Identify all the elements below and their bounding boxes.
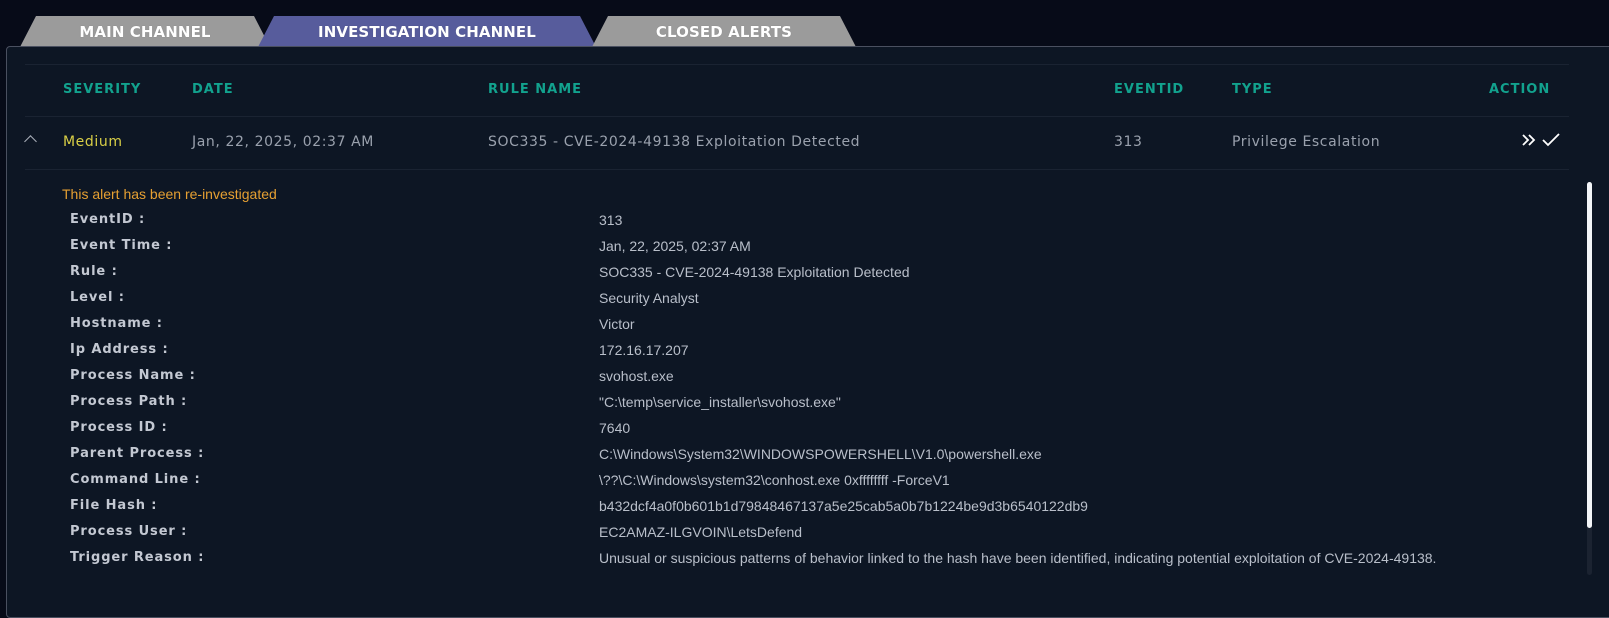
alert-type: Privilege Escalation (1232, 134, 1381, 150)
detail-value: EC2AMAZ-ILGVOIN\LetsDefend (599, 524, 803, 540)
detail-value: "C:\temp\service_installer\svohost.exe" (599, 394, 841, 410)
tab-label: INVESTIGATION CHANNEL (318, 22, 536, 41)
tab-investigation-channel[interactable]: INVESTIGATION CHANNEL (258, 16, 596, 47)
forward-icon[interactable] (1521, 132, 1537, 148)
detail-value: Victor (599, 316, 635, 332)
column-header-eventid[interactable]: EVENTID (1114, 82, 1184, 97)
detail-label: Process ID : (70, 420, 168, 435)
detail-label: Level : (70, 290, 125, 305)
alert-eventid: 313 (1114, 134, 1143, 150)
tab-main-channel[interactable]: MAIN CHANNEL (20, 16, 270, 47)
detail-value: svohost.exe (599, 368, 674, 384)
details-scrollbar-thumb[interactable] (1587, 182, 1592, 528)
detail-label: Command Line : (70, 472, 201, 487)
alert-rule-name[interactable]: SOC335 - CVE-2024-49138 Exploitation Det… (488, 134, 860, 150)
detail-label: Process Name : (70, 368, 196, 383)
detail-label: Event Time : (70, 238, 173, 253)
divider (25, 64, 1569, 65)
column-header-severity[interactable]: SEVERITY (63, 82, 141, 97)
detail-label: Rule : (70, 264, 118, 279)
reinvestigated-note: This alert has been re-investigated (62, 186, 277, 202)
detail-value: C:\Windows\System32\WINDOWSPOWERSHELL\V1… (599, 446, 1042, 462)
column-header-type[interactable]: TYPE (1232, 82, 1273, 97)
detail-label: EventID : (70, 212, 146, 227)
column-header-date[interactable]: DATE (192, 82, 234, 97)
divider (25, 116, 1569, 117)
detail-value: \??\C:\Windows\system32\conhost.exe 0xff… (599, 472, 950, 488)
detail-label: File Hash : (70, 498, 158, 513)
tab-closed-alerts[interactable]: CLOSED ALERTS (592, 16, 856, 47)
detail-label: Process Path : (70, 394, 188, 409)
tab-bar: MAIN CHANNEL INVESTIGATION CHANNEL CLOSE… (0, 16, 1609, 47)
detail-label: Process User : (70, 524, 188, 539)
tab-label: MAIN CHANNEL (79, 22, 211, 41)
detail-value: SOC335 - CVE-2024-49138 Exploitation Det… (599, 264, 910, 280)
divider (25, 169, 1569, 170)
column-header-rule-name[interactable]: RULE NAME (488, 82, 582, 97)
detail-value: 313 (599, 212, 623, 228)
detail-value: Security Analyst (599, 290, 699, 306)
column-header-action: ACTION (1489, 82, 1551, 97)
detail-value: 7640 (599, 420, 631, 436)
check-icon[interactable] (1541, 132, 1561, 148)
detail-label: Hostname : (70, 316, 163, 331)
detail-label: Trigger Reason : (70, 550, 205, 565)
severity-badge: Medium (63, 134, 123, 150)
alerts-panel (6, 46, 1609, 618)
detail-value: Jan, 22, 2025, 02:37 AM (599, 238, 751, 254)
alert-date: Jan, 22, 2025, 02:37 AM (192, 134, 374, 150)
detail-value: b432dcf4a0f0b601b1d79848467137a5e25cab5a… (599, 498, 1088, 514)
detail-value: 172.16.17.207 (599, 342, 689, 358)
detail-label: Ip Address : (70, 342, 169, 357)
detail-label: Parent Process : (70, 446, 205, 461)
detail-value: Unusual or suspicious patterns of behavi… (599, 550, 1437, 566)
tab-label: CLOSED ALERTS (655, 22, 793, 41)
